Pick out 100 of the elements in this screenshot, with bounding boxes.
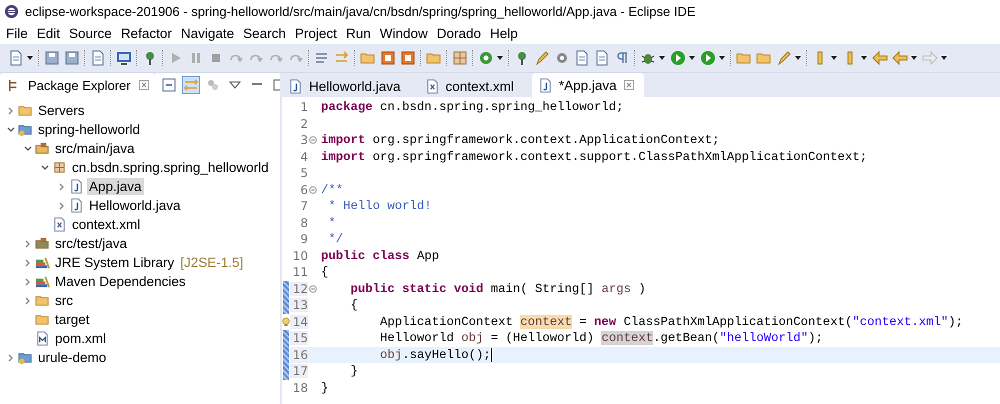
library-icon xyxy=(35,274,50,289)
fold-icon[interactable] xyxy=(309,136,317,144)
menu-item[interactable]: File xyxy=(2,26,33,40)
lightbulb-icon[interactable] xyxy=(282,316,290,328)
caret-icon[interactable] xyxy=(940,54,948,62)
link-icon[interactable] xyxy=(182,77,199,93)
monitor-icon[interactable] xyxy=(116,50,132,66)
menu-item[interactable]: Edit xyxy=(32,26,66,40)
close-icon[interactable] xyxy=(138,80,149,90)
tree-item[interactable]: Servers xyxy=(36,102,87,119)
line-number: 18 xyxy=(292,380,308,395)
code-line: * Hello world! xyxy=(327,198,432,214)
grid-icon[interactable] xyxy=(452,50,468,66)
code-line: ApplicationContext context = new ClassPathXmlApplicationContext("context.xml"); xyxy=(379,314,964,330)
lines-icon[interactable] xyxy=(314,50,330,66)
box-icon[interactable] xyxy=(380,50,396,66)
document-icon[interactable] xyxy=(8,50,24,66)
app-icon xyxy=(4,4,19,18)
view-title: Package Explorer xyxy=(28,78,131,92)
caret-icon[interactable] xyxy=(718,54,726,62)
caret-icon[interactable] xyxy=(688,54,696,62)
line-number: 12 xyxy=(290,282,308,296)
caret-icon[interactable] xyxy=(794,54,802,62)
code-line: { xyxy=(320,264,328,280)
editor-tab[interactable]: *App.java xyxy=(532,73,644,97)
close-icon[interactable] xyxy=(624,80,634,90)
line-number: 6 xyxy=(299,182,308,197)
fold-icon[interactable] xyxy=(309,186,317,194)
line-number: 10 xyxy=(292,248,308,263)
package-icon xyxy=(52,160,67,175)
line-number: 17 xyxy=(290,364,308,378)
line-number: 5 xyxy=(299,166,308,180)
code-line: } xyxy=(320,380,328,396)
caret-icon[interactable] xyxy=(910,54,918,62)
line-number: 2 xyxy=(299,116,308,131)
menu-item[interactable]: Search xyxy=(239,26,291,40)
pen-icon[interactable] xyxy=(534,50,550,66)
editor-tab[interactable]: Helloworld.java xyxy=(282,75,411,97)
line-number: 1 xyxy=(299,100,308,114)
code-line: import org.springframework.context.support.ClassPathXmlApplicationContext; xyxy=(320,148,868,165)
view-tab[interactable]: Package Explorer xyxy=(0,73,155,97)
menu-item[interactable]: Project xyxy=(290,26,342,40)
code-line: obj.sayHello(); xyxy=(379,346,492,363)
document-icon[interactable] xyxy=(574,50,590,66)
menu-item[interactable]: Source xyxy=(65,26,117,40)
tree-item[interactable]: context.xml xyxy=(70,216,142,233)
java-file-icon xyxy=(288,78,303,94)
caret-icon[interactable] xyxy=(496,54,504,62)
library-icon xyxy=(35,255,50,270)
document-icon[interactable] xyxy=(594,50,610,66)
tree-item[interactable]: urule-demo xyxy=(36,349,108,366)
window-title: eclipse-workspace-201906 - spring-helloworld/src/main/java/cn/bsdn/spring/spring_helloworld/App.java - Eclipse IDE xyxy=(25,4,696,18)
line-number: 11 xyxy=(292,265,308,280)
menu-item[interactable]: Dorado xyxy=(432,26,486,40)
circle-icon[interactable] xyxy=(478,50,494,66)
editor-tab[interactable]: context.xml xyxy=(418,75,524,97)
line-number: 16 xyxy=(290,348,308,362)
tree-item[interactable]: Maven Dependencies xyxy=(53,273,188,290)
fold-icon[interactable] xyxy=(309,284,317,293)
java-file-icon xyxy=(538,78,553,92)
collapse-all-icon[interactable] xyxy=(160,77,177,93)
caret-icon[interactable] xyxy=(860,54,868,62)
tree-item[interactable]: pom.xml xyxy=(53,330,108,347)
menu-item[interactable]: Refactor xyxy=(116,26,177,40)
line-number: 4 xyxy=(299,150,308,164)
code-line: public static void main( String[] args ) xyxy=(350,280,646,297)
java-file-icon xyxy=(69,198,84,213)
line-number: 9 xyxy=(299,232,308,246)
menu-item[interactable]: Window xyxy=(376,26,433,40)
line-number: 15 xyxy=(290,331,308,346)
menu-item[interactable]: Navigate xyxy=(176,26,240,40)
menu-item[interactable]: Help xyxy=(486,26,523,40)
tree-item-decoration: [J2SE-1.5] xyxy=(180,255,244,270)
code-line: */ xyxy=(327,231,344,248)
package-folder-icon xyxy=(35,141,50,156)
tree-item[interactable]: src/test/java xyxy=(53,235,130,252)
code-line: { xyxy=(350,297,358,314)
tree-item[interactable]: src xyxy=(53,292,75,309)
box-icon[interactable] xyxy=(400,50,416,66)
tree-item[interactable]: target xyxy=(53,311,92,328)
tree-item[interactable]: JRE System Library xyxy=(53,254,176,271)
tree-item[interactable]: App.java xyxy=(87,178,144,195)
xml-file-icon xyxy=(424,78,440,94)
line-number: 14 xyxy=(290,314,308,329)
caret-icon[interactable] xyxy=(658,54,666,62)
tree-item[interactable]: Helloworld.java xyxy=(87,197,183,214)
tree-item[interactable]: spring-helloworld xyxy=(36,121,142,138)
line-number: 13 xyxy=(290,298,308,312)
caret-icon[interactable] xyxy=(830,54,838,62)
tree-item[interactable]: src/main/java xyxy=(53,140,137,157)
caret-icon[interactable] xyxy=(26,54,34,62)
code-line: public class App xyxy=(320,248,440,264)
line-number: 3 xyxy=(299,133,308,148)
code-line: } xyxy=(350,363,358,380)
menu-item[interactable]: Run xyxy=(342,26,376,40)
code-line: Helloworld obj = (Helloworld) context.getBean("helloWorld"); xyxy=(379,330,823,346)
disks-icon[interactable] xyxy=(64,50,80,66)
code-line: * xyxy=(327,214,336,231)
tree-item[interactable]: cn.bsdn.spring.spring_helloworld xyxy=(70,159,271,176)
xml-file-icon xyxy=(52,217,67,232)
